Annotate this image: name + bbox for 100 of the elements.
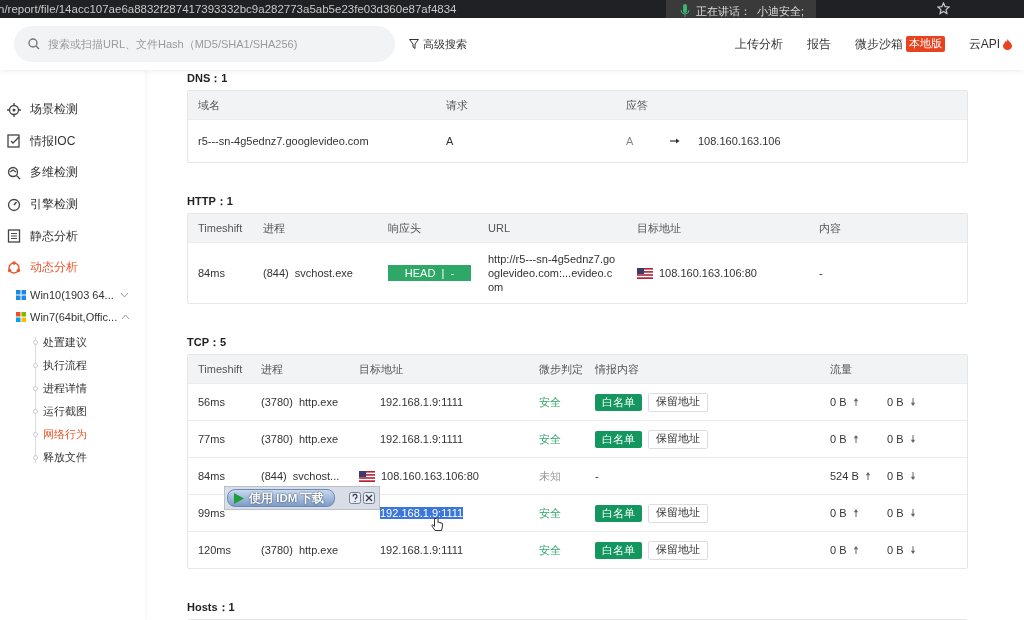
hand-cursor-icon [431,517,443,533]
close-icon[interactable] [363,492,376,504]
reserved-address-tag: 保留地址 [648,429,708,449]
traffic-amount: 524 B [830,470,859,482]
search-icon [28,38,40,50]
resolved-address: 108.160.163.106 [698,135,781,147]
section-title: TCP：5 [187,335,228,350]
column-header: 请求 [445,97,469,113]
microphone-icon [680,4,690,18]
column-header: 流量 [829,361,853,377]
nav-link-label: 微步沙箱 [854,35,903,53]
traffic-amount: 0 B [830,396,847,408]
address-text: 192.168.1.9:1111 [380,544,464,556]
sidebar-item-label: 静态分析 [30,227,78,245]
sidebar-item-label: 情报IOC [30,132,76,150]
traffic-amount: 0 B [887,396,904,408]
advanced-search-link[interactable]: 高级搜索 [409,36,467,52]
arrow-up-icon [852,398,859,406]
sidebar-item[interactable]: 情报IOC [0,125,145,158]
column-header: 响应头 [387,220,422,236]
chevron-up-icon [121,313,131,320]
sidebar-subitem[interactable]: 运行截图 [33,399,145,423]
sidebar-item[interactable]: 引擎检测 [0,188,145,221]
address-text: 108.160.163.106:80 [659,267,757,279]
address-text: 192.168.1.9:1111 [380,507,464,519]
traffic-amount: 0 B [887,507,904,519]
edition-badge: 本地版 [905,36,945,52]
advanced-search-label: 高级搜索 [423,36,467,52]
sidebar-item-label: 引擎检测 [30,196,78,214]
help-icon[interactable] [349,492,362,504]
table-cell-text: 84ms [197,267,226,279]
table-cell-text: A [445,135,455,147]
nav-link[interactable]: 云API [968,35,1012,53]
column-header: 目标地址 [358,361,404,377]
reserved-address-tag: 保留地址 [648,540,708,560]
traffic-amount: 0 B [830,433,847,445]
arrow-down-icon [909,435,916,443]
whitelist-tag: 白名单 [595,393,642,411]
column-header: 内容 [818,220,842,236]
sidebar-subitem[interactable]: 网络行为 [33,422,145,446]
sidebar-item-label: 场景检测 [30,101,78,119]
us-flag-icon [637,267,653,279]
column-header: 域名 [197,97,221,113]
address-text: 192.168.1.9:1111 [380,396,464,408]
os-entry-label: Win7(64bit,Offic... [30,310,118,323]
traffic-amount: 0 B [887,470,904,482]
table-cell-text: 77ms [197,433,226,445]
sidebar-subitem[interactable]: 执行流程 [33,353,145,377]
section-title: Hosts：1 [187,600,236,615]
column-header: 应答 [625,97,649,113]
arrow-right-icon [670,138,680,144]
column-header: 目标地址 [636,220,682,236]
voice-status: 正在讲话： [696,3,751,19]
arrow-down-icon [909,546,916,554]
sidebar-item[interactable]: 场景检测 [0,94,145,126]
verdict-text: 安全 [538,394,562,410]
sidebar-item-label: 多维检测 [30,164,78,182]
verdict-text: 未知 [538,468,562,484]
chevron-down-icon [120,291,129,298]
traffic-amount: 0 B [887,433,904,445]
table-cell-text: (844) svchost... [260,470,341,482]
traffic-amount: 0 B [830,507,847,519]
column-header: 进程 [260,361,284,377]
table-cell-text: 99ms [197,507,226,519]
section-title: HTTP：1 [187,194,234,209]
whitelist-tag: 白名单 [595,541,642,559]
os-entry-label: Win10(1903 64... [30,288,114,301]
sidebar-subitem[interactable]: 进程详情 [33,376,145,400]
verdict-text: 安全 [538,542,562,558]
table-cell-text: r5---sn-4g5ednz7.googlevideo.com [197,135,370,147]
record-type: A [626,135,635,147]
windows-logo-icon [16,311,26,322]
response-header-tag: HEAD | - [388,265,471,281]
os-entry[interactable]: Win10(1903 64... [0,283,145,306]
sidebar-subitem[interactable]: 处置建议 [33,330,145,354]
sidebar-subitem[interactable]: 释放文件 [33,445,145,469]
table-cell-text: (3780) http.exe [260,544,340,556]
sidebar-item[interactable]: 动态分析 [0,251,145,284]
sidebar-item[interactable]: 静态分析 [0,220,145,252]
os-entry[interactable]: Win7(64bit,Offic... [0,305,145,328]
nav-link[interactable]: 报告 [806,35,831,53]
column-header: 情报内容 [594,361,640,377]
search-field[interactable]: 搜索或扫描URL、文件Hash（MD5/SHA1/SHA256) [14,26,395,62]
address-text: 108.160.163.106:80 [381,470,479,482]
table-cell-text: 56ms [197,396,226,408]
nav-link[interactable]: 上传分析 [734,35,783,53]
nav-link-label: 云API [968,35,1000,53]
sidebar-item-label: 动态分析 [30,259,78,277]
column-header: Timeshift [197,363,244,375]
arrow-down-icon [909,509,916,517]
reserved-address-tag: 保留地址 [648,503,708,523]
arrow-up-icon [852,435,859,443]
traffic-amount: 0 B [830,544,847,556]
star-icon[interactable] [937,2,950,15]
sidebar-item[interactable]: 多维检测 [0,157,145,189]
nav-link[interactable]: 微步沙箱 本地版 [854,35,945,53]
column-header: 进程 [262,220,286,236]
traffic-amount: 0 B [887,544,904,556]
url-text: http://r5---sn-4g5ednz7.googlevideo.com:...evideo.com [488,252,616,294]
us-flag-icon [359,470,375,482]
